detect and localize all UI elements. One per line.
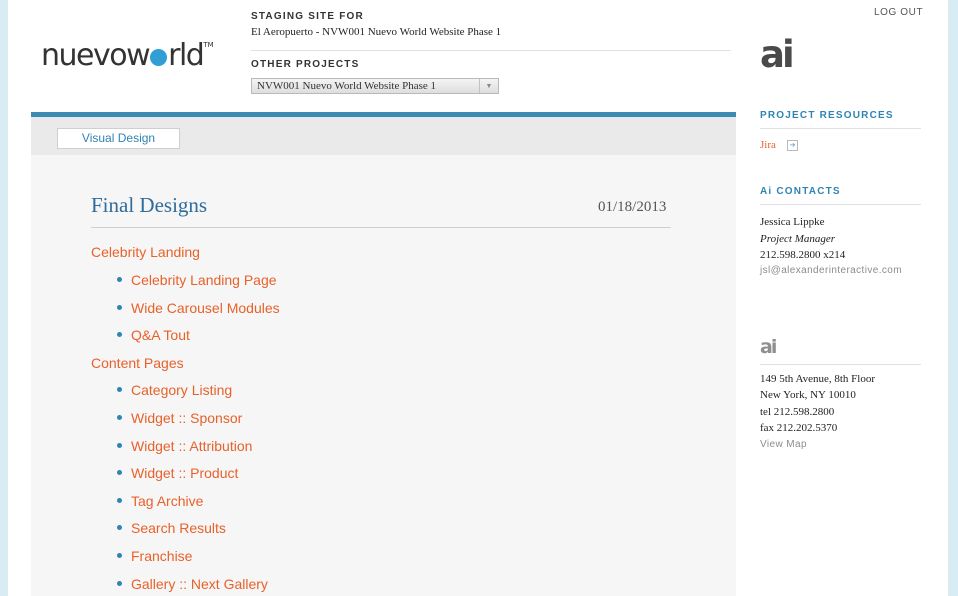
list-bullet	[117, 525, 122, 530]
list-item-link[interactable]: Celebrity Landing Page	[131, 272, 277, 288]
list-item-link[interactable]: Widget :: Attribution	[131, 438, 252, 454]
content-area: Visual Design Final Designs 01/18/2013 C…	[31, 117, 736, 596]
list-item-link[interactable]: Tag Archive	[131, 493, 203, 509]
view-map-link[interactable]: View Map	[760, 439, 807, 450]
office-fax: fax 212.202.5370	[760, 422, 838, 434]
page-date: 01/18/2013	[598, 199, 667, 215]
staging-label: STAGING SITE FOR	[251, 11, 364, 22]
logout-link[interactable]: LOG OUT	[874, 7, 923, 18]
nuevoworld-logo[interactable]: nuevow rldTM	[41, 38, 214, 73]
list-bullet	[117, 470, 122, 475]
project-select-value: NVW001 Nuevo World Website Phase 1	[257, 80, 436, 92]
list-item-link[interactable]: Search Results	[131, 520, 226, 536]
office-tel: tel 212.598.2800	[760, 406, 835, 418]
ai-contacts-heading: Ai CONTACTS	[760, 186, 841, 197]
office-address-1: 149 5th Avenue, 8th Floor	[760, 373, 875, 385]
contact-name: Jessica Lippke	[760, 216, 825, 228]
project-resources-heading: PROJECT RESOURCES	[760, 110, 894, 121]
list-item-link[interactable]: Category Listing	[131, 382, 232, 398]
group-link-content-pages[interactable]: Content Pages	[91, 355, 184, 371]
logo-text-2: rld	[168, 38, 205, 73]
contact-role: Project Manager	[760, 233, 836, 245]
sidebar-divider	[760, 128, 921, 129]
list-item-link[interactable]: Gallery :: Next Gallery	[131, 576, 268, 592]
list-bullet	[117, 332, 122, 337]
staging-title: El Aeropuerto - NVW001 Nuevo World Websi…	[251, 26, 502, 38]
list-item-link[interactable]: Widget :: Product	[131, 465, 238, 481]
chevron-down-icon[interactable]: ▼	[479, 79, 498, 93]
list-item-link[interactable]: Q&A Tout	[131, 327, 190, 343]
list-bullet	[117, 277, 122, 282]
tab-visual-design[interactable]: Visual Design	[57, 128, 180, 149]
list-bullet	[117, 305, 122, 310]
ai-logo: ai	[760, 33, 795, 76]
logo-dot-icon	[150, 49, 168, 66]
contact-phone: 212.598.2800 x214	[760, 249, 846, 261]
external-link-icon[interactable]: ➔	[787, 140, 798, 151]
header-divider	[251, 50, 731, 51]
list-bullet	[117, 443, 122, 448]
page-title: Final Designs	[91, 193, 208, 217]
other-projects-label: OTHER PROJECTS	[251, 59, 360, 70]
sidebar-divider	[760, 204, 921, 205]
logo-text-1: nuevow	[41, 38, 151, 73]
sidebar-divider	[760, 364, 921, 365]
trademark-mark: TM	[203, 41, 214, 49]
list-bullet	[117, 498, 122, 503]
tab-bar: Visual Design	[31, 117, 736, 155]
project-select[interactable]: NVW001 Nuevo World Website Phase 1 ▼	[251, 78, 499, 94]
title-divider	[91, 227, 671, 228]
list-item-link[interactable]: Wide Carousel Modules	[131, 300, 280, 316]
list-bullet	[117, 581, 122, 586]
contact-email-link[interactable]: jsl@alexanderinteractive.com	[760, 265, 902, 276]
list-bullet	[117, 553, 122, 558]
ai-office-logo: ai	[760, 336, 777, 358]
office-address-2: New York, NY 10010	[760, 389, 856, 401]
list-bullet	[117, 415, 122, 420]
list-item-link[interactable]: Franchise	[131, 548, 192, 564]
list-bullet	[117, 387, 122, 392]
list-item-link[interactable]: Widget :: Sponsor	[131, 410, 242, 426]
group-link-celebrity-landing[interactable]: Celebrity Landing	[91, 244, 200, 260]
page: nuevow rldTM STAGING SITE FOR El Aeropuer…	[8, 0, 948, 596]
jira-link[interactable]: Jira	[760, 139, 776, 151]
